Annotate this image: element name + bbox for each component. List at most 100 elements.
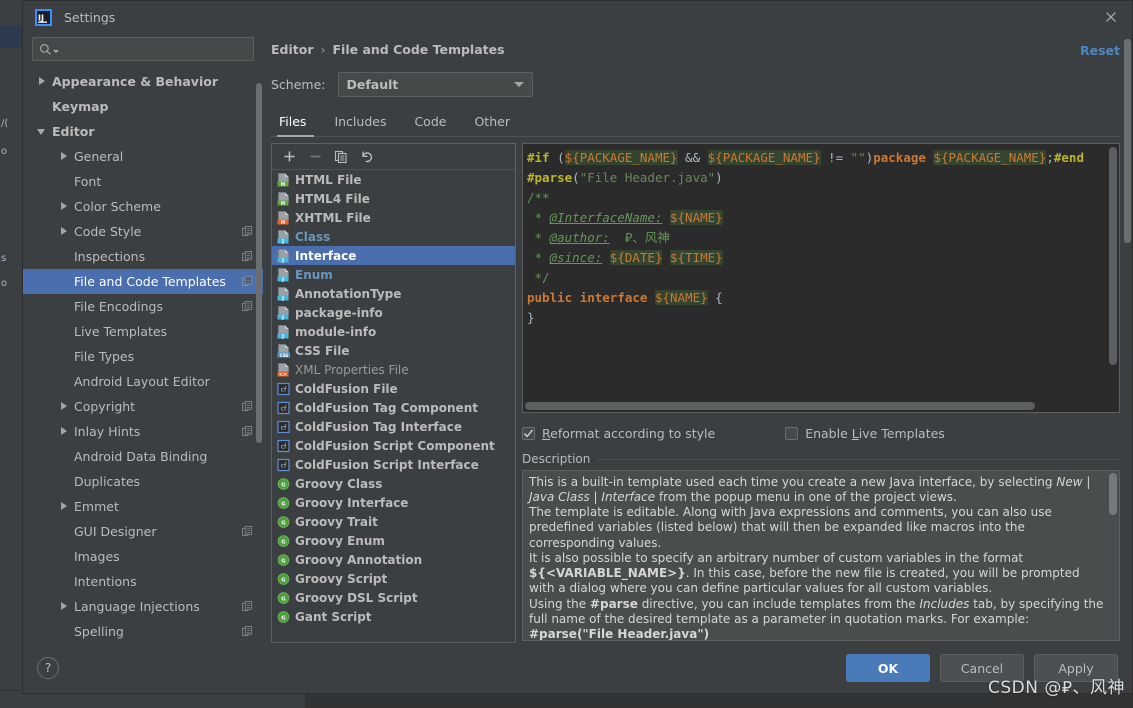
template-list-item[interactable]: G Gant Script (272, 607, 515, 626)
template-code-editor[interactable]: #if (${PACKAGE_NAME} && ${PACKAGE_NAME} … (522, 143, 1120, 414)
template-list-item[interactable]: H XHTML File (272, 208, 515, 227)
template-list-item[interactable]: G Groovy Interface (272, 493, 515, 512)
search-dropdown-caret[interactable] (53, 49, 59, 53)
template-list-item[interactable]: G Groovy Enum (272, 531, 515, 550)
add-template-button[interactable] (278, 147, 300, 167)
template-list-item[interactable]: <> XML Properties File (272, 360, 515, 379)
svg-text:H: H (281, 201, 285, 206)
svg-text:cf: cf (281, 444, 287, 451)
tab-files[interactable]: Files (271, 114, 320, 138)
chevron-right-icon[interactable] (59, 226, 70, 237)
apply-button[interactable]: Apply (1034, 654, 1118, 682)
template-list-item[interactable]: J Class (272, 227, 515, 246)
template-list-item[interactable]: cf ColdFusion Tag Component (272, 398, 515, 417)
live-templates-checkbox-box[interactable] (785, 426, 799, 440)
html-file-icon: H (277, 173, 290, 187)
sidebar-item-label: File and Code Templates (74, 274, 226, 289)
sidebar-item-duplicates[interactable]: Duplicates (23, 469, 263, 494)
sidebar-item-editor[interactable]: Editor (23, 119, 263, 144)
ok-button[interactable]: OK (846, 654, 930, 682)
scheme-select[interactable]: Default (337, 71, 533, 97)
templates-list[interactable]: H HTML File H HTML4 File H XHTML File J … (272, 170, 515, 642)
template-list-item[interactable]: J Enum (272, 265, 515, 284)
template-list-item-label: Gant Script (295, 609, 372, 624)
template-list-item[interactable]: cf ColdFusion File (272, 379, 515, 398)
template-list-item[interactable]: G Groovy Class (272, 474, 515, 493)
template-list-item[interactable]: J Interface (272, 246, 515, 266)
template-list-item[interactable]: CSS CSS File (272, 341, 515, 360)
sidebar-item-appearance-behavior[interactable]: Appearance & Behavior (23, 69, 263, 94)
sidebar-item-copyright[interactable]: Copyright (23, 394, 263, 419)
coldfusion-icon: cf (277, 439, 290, 453)
sidebar-item-label: Language Injections (74, 599, 200, 614)
sidebar-item-images[interactable]: Images (23, 544, 263, 569)
template-list-item[interactable]: J AnnotationType (272, 284, 515, 303)
sidebar-item-font[interactable]: Font (23, 169, 263, 194)
chevron-right-icon[interactable] (59, 501, 70, 512)
template-list-item[interactable]: G Groovy Trait (272, 512, 515, 531)
sidebar-item-file-and-code-templates[interactable]: File and Code Templates (23, 269, 263, 294)
template-list-item[interactable]: H HTML4 File (272, 189, 515, 208)
template-list-item[interactable]: J module-info (272, 322, 515, 341)
reset-template-button[interactable] (356, 147, 378, 167)
copy-template-button[interactable] (330, 147, 352, 167)
sidebar-item-intentions[interactable]: Intentions (23, 569, 263, 594)
reset-link[interactable]: Reset (1080, 43, 1120, 58)
chevron-right-icon[interactable] (59, 401, 70, 412)
template-tabs[interactable]: Files Includes Code Other (271, 106, 1120, 138)
sidebar-item-gui-designer[interactable]: GUI Designer (23, 519, 263, 544)
search-input[interactable] (63, 42, 247, 56)
sidebar-item-emmet[interactable]: Emmet (23, 494, 263, 519)
tab-includes[interactable]: Includes (320, 114, 400, 136)
settings-sidebar: Appearance & Behavior Keymap Editor General… (23, 33, 263, 643)
sidebar-item-android-layout-editor[interactable]: Android Layout Editor (23, 369, 263, 394)
code-horizontal-scrollbar[interactable] (525, 402, 1101, 411)
templates-toolbar[interactable] (272, 144, 515, 171)
sidebar-item-color-scheme[interactable]: Color Scheme (23, 194, 263, 219)
cancel-button[interactable]: Cancel (940, 654, 1024, 682)
close-icon[interactable] (1100, 6, 1122, 28)
svg-text:<>: <> (279, 372, 287, 377)
sidebar-item-inlay-hints[interactable]: Inlay Hints (23, 419, 263, 444)
ide-left-strip (0, 0, 22, 708)
sidebar-item-general[interactable]: General (23, 144, 263, 169)
live-templates-checkbox[interactable]: Enable Live Templates (785, 426, 945, 441)
reformat-checkbox-box[interactable] (522, 426, 535, 440)
template-list-item[interactable]: H HTML File (272, 170, 515, 189)
template-list-item[interactable]: G Groovy DSL Script (272, 588, 515, 607)
chevron-right-icon[interactable] (59, 426, 70, 437)
sidebar-item-spelling[interactable]: Spelling (23, 619, 263, 643)
templates-list-panel: H HTML File H HTML4 File H XHTML File J … (271, 39, 1131, 643)
sidebar-item-live-templates[interactable]: Live Templates (23, 319, 263, 344)
chevron-right-icon[interactable] (59, 151, 70, 162)
tab-other[interactable]: Other (460, 114, 524, 136)
chevron-right-icon[interactable] (59, 601, 70, 612)
template-list-item[interactable]: G Groovy Script (272, 569, 515, 588)
ide-left-text-4: o (1, 278, 8, 289)
chevron-right-icon[interactable] (37, 76, 48, 87)
template-code-text[interactable]: #if (${PACKAGE_NAME} && ${PACKAGE_NAME} … (523, 144, 1119, 328)
sidebar-item-inspections[interactable]: Inspections (23, 244, 263, 269)
settings-tree[interactable]: Appearance & Behavior Keymap Editor General… (23, 67, 263, 643)
sidebar-item-code-style[interactable]: Code Style (23, 219, 263, 244)
chevron-down-icon[interactable] (37, 126, 48, 137)
sidebar-item-file-encodings[interactable]: File Encodings (23, 294, 263, 319)
sidebar-item-android-data-binding[interactable]: Android Data Binding (23, 444, 263, 469)
sidebar-item-keymap[interactable]: Keymap (23, 94, 263, 119)
xml-file-icon: <> (277, 363, 290, 377)
help-button[interactable]: ? (37, 657, 59, 679)
template-list-item[interactable]: cf ColdFusion Script Component (272, 436, 515, 455)
template-list-item[interactable]: cf ColdFusion Script Interface (272, 455, 515, 474)
tab-code[interactable]: Code (400, 114, 460, 136)
search-box[interactable] (32, 37, 254, 61)
breadcrumb-parent[interactable]: Editor (271, 42, 314, 57)
reformat-checkbox[interactable]: Reformat according to style (522, 426, 715, 441)
scheme-selected-value: Default (346, 76, 399, 92)
description-box[interactable]: This is a built-in template used each ti… (522, 469, 1120, 642)
template-list-item[interactable]: G Groovy Annotation (272, 550, 515, 569)
sidebar-item-language-injections[interactable]: Language Injections (23, 594, 263, 619)
chevron-right-icon[interactable] (59, 201, 70, 212)
template-list-item[interactable]: cf ColdFusion Tag Interface (272, 417, 515, 436)
template-list-item[interactable]: J package-info (272, 303, 515, 322)
sidebar-item-file-types[interactable]: File Types (23, 344, 263, 369)
